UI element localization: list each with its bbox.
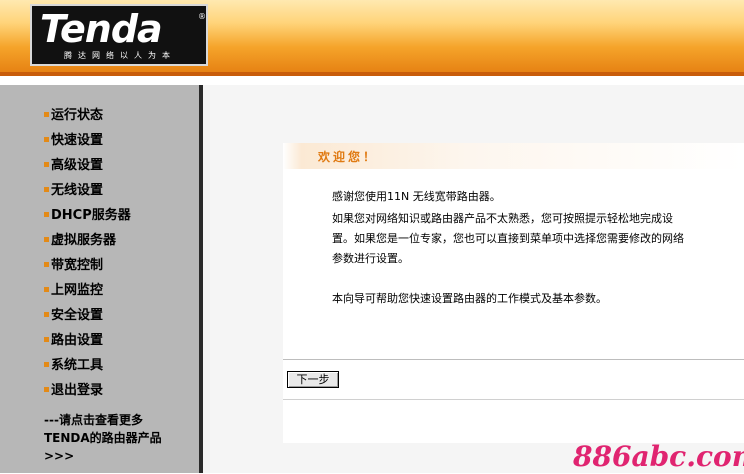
wizard-text: 本向导可帮助您快速设置路由器的工作模式及基本参数。 bbox=[332, 292, 607, 305]
sidebar-item-monitor[interactable]: 上网监控 bbox=[44, 281, 103, 301]
bullet-icon bbox=[44, 362, 49, 367]
sidebar-item-label: 快速设置 bbox=[51, 133, 104, 148]
main-panel: 欢迎您！ 感谢您使用11N 无线宽带路由器。 如果您对网络知识或路由器产品不太熟… bbox=[203, 85, 744, 473]
sidebar-item-system-tools[interactable]: 系统工具 bbox=[44, 356, 103, 376]
sidebar: 运行状态 快速设置 高级设置 无线设置 DHCP服务器 虚拟服务器 带宽控制 上… bbox=[0, 85, 203, 473]
help-text-line-1: 如果您对网络知识或路由器产品不太熟悉，您可按照提示轻松地完成设 bbox=[332, 212, 673, 225]
logo-wordmark: Tenda bbox=[40, 7, 163, 51]
bullet-icon bbox=[44, 212, 49, 217]
divider bbox=[283, 399, 744, 400]
sidebar-item-wireless[interactable]: 无线设置 bbox=[44, 181, 103, 201]
bullet-icon bbox=[44, 312, 49, 317]
bullet-icon bbox=[44, 237, 49, 242]
more-line-3: >>> bbox=[44, 449, 75, 463]
bullet-icon bbox=[44, 112, 49, 117]
welcome-title: 欢迎您！ bbox=[318, 150, 379, 164]
sidebar-item-label: 上网监控 bbox=[51, 283, 104, 298]
tenda-logo: Tenda ® 腾达网络以人为本 bbox=[30, 4, 208, 66]
logo-slogan: 腾达网络以人为本 bbox=[64, 51, 176, 60]
more-products-link[interactable]: ---请点击查看更多 TENDA的路由器产品 >>> bbox=[44, 411, 194, 465]
next-button[interactable]: 下一步 bbox=[287, 371, 339, 388]
bullet-icon bbox=[44, 162, 49, 167]
more-line-1: ---请点击查看更多 bbox=[44, 413, 143, 427]
header-banner: Tenda ® 腾达网络以人为本 bbox=[0, 0, 744, 76]
sidebar-item-label: 路由设置 bbox=[51, 333, 104, 348]
help-text-line-3: 参数进行设置。 bbox=[332, 252, 409, 265]
sidebar-item-bandwidth[interactable]: 带宽控制 bbox=[44, 256, 103, 276]
bullet-icon bbox=[44, 137, 49, 142]
sidebar-item-label: 运行状态 bbox=[51, 108, 104, 123]
sidebar-item-label: DHCP服务器 bbox=[51, 208, 131, 223]
sidebar-item-security[interactable]: 安全设置 bbox=[44, 306, 103, 326]
sidebar-item-label: 系统工具 bbox=[51, 358, 104, 373]
sidebar-item-label: 无线设置 bbox=[51, 183, 104, 198]
bullet-icon bbox=[44, 262, 49, 267]
sidebar-item-dhcp[interactable]: DHCP服务器 bbox=[44, 206, 131, 226]
divider bbox=[283, 359, 744, 360]
registered-mark: ® bbox=[198, 12, 206, 21]
welcome-content: 感谢您使用11N 无线宽带路由器。 如果您对网络知识或路由器产品不太熟悉，您可按… bbox=[283, 169, 744, 443]
sidebar-item-routing[interactable]: 路由设置 bbox=[44, 331, 103, 351]
sidebar-item-logout[interactable]: 退出登录 bbox=[44, 381, 103, 401]
header-gap bbox=[0, 76, 744, 85]
sidebar-item-status[interactable]: 运行状态 bbox=[44, 106, 103, 126]
bullet-icon bbox=[44, 337, 49, 342]
sidebar-item-virtual-server[interactable]: 虚拟服务器 bbox=[44, 231, 116, 251]
sidebar-item-label: 虚拟服务器 bbox=[51, 233, 117, 248]
sidebar-item-label: 带宽控制 bbox=[51, 258, 104, 273]
bullet-icon bbox=[44, 287, 49, 292]
more-line-2: TENDA的路由器产品 bbox=[44, 431, 162, 445]
bullet-icon bbox=[44, 187, 49, 192]
sidebar-item-label: 安全设置 bbox=[51, 308, 104, 323]
sidebar-item-advanced[interactable]: 高级设置 bbox=[44, 156, 103, 176]
site-watermark: 886abc.com bbox=[573, 440, 744, 473]
bullet-icon bbox=[44, 387, 49, 392]
sidebar-item-quick-setup[interactable]: 快速设置 bbox=[44, 131, 103, 151]
sidebar-item-label: 退出登录 bbox=[51, 383, 104, 398]
intro-text: 感谢您使用11N 无线宽带路由器。 bbox=[332, 190, 501, 203]
sidebar-item-label: 高级设置 bbox=[51, 158, 104, 173]
help-text-line-2: 置。如果您是一位专家，您也可以直接到菜单项中选择您需要修改的网络 bbox=[332, 232, 684, 245]
welcome-bar: 欢迎您！ bbox=[283, 143, 744, 169]
